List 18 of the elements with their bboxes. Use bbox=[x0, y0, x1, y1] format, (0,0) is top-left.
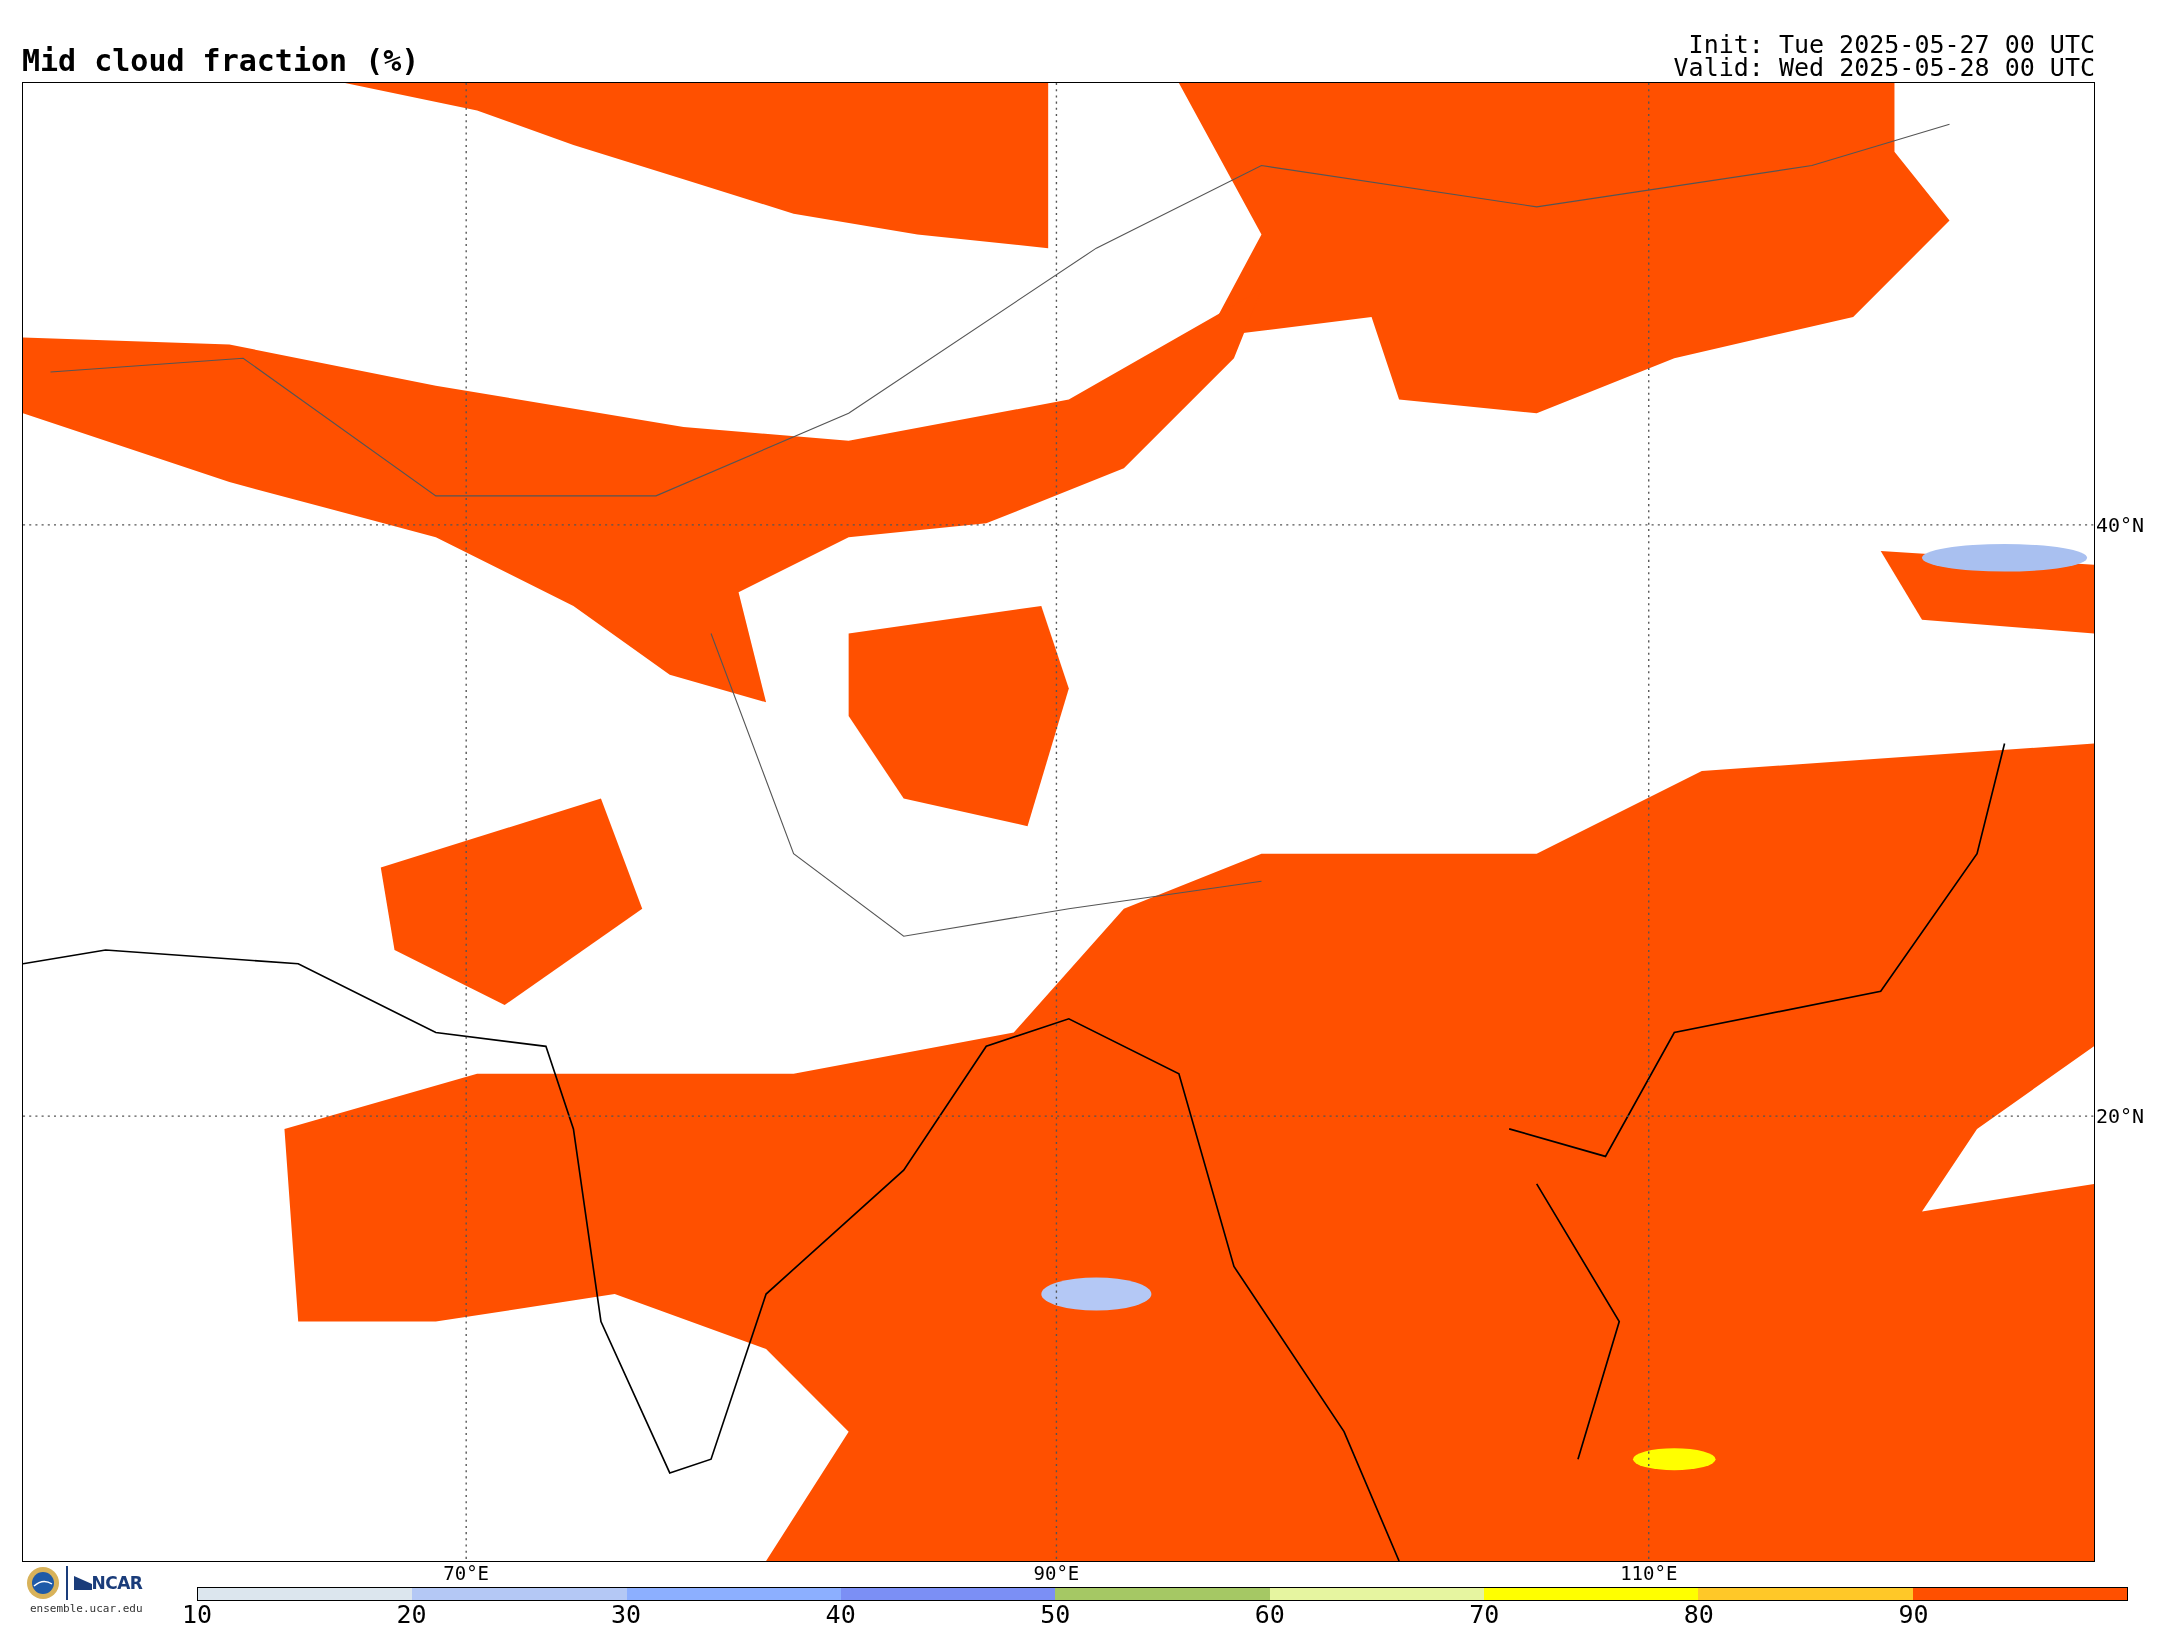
latitude-label: 40°N bbox=[2096, 514, 2145, 535]
scale-tick-label: 50 bbox=[1040, 1602, 1071, 1626]
init-time: Init: Tue 2025-05-27 00 UTC bbox=[1688, 32, 2095, 57]
scale-tick-label: 10 bbox=[181, 1602, 213, 1626]
scale-tick-label: 80 bbox=[1683, 1602, 1714, 1626]
org-name: NCAR bbox=[91, 1573, 143, 1593]
scale-tick-label: 20 bbox=[396, 1602, 427, 1626]
latitude-label: 20°N bbox=[2096, 1106, 2145, 1127]
valid-time: Valid: Wed 2025-05-28 00 UTC bbox=[1673, 56, 2095, 80]
scale-tick-label: 30 bbox=[611, 1602, 642, 1626]
site-url: ensemble.ucar.edu bbox=[29, 1602, 143, 1615]
scale-tick-label: 70 bbox=[1469, 1602, 1500, 1626]
globe-emblem-icon bbox=[26, 1566, 60, 1600]
ncar-mark-icon bbox=[73, 1576, 92, 1590]
scale-tick-label: 40 bbox=[825, 1602, 856, 1626]
scale-tick-label: 90 bbox=[1898, 1602, 1929, 1626]
chart-title: Mid cloud fraction (%) bbox=[22, 46, 420, 80]
scale-tick-label: 60 bbox=[1254, 1602, 1285, 1626]
